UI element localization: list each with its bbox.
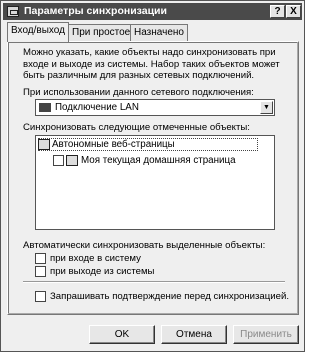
connection-label: При использовании данного сетевого подкл…: [23, 87, 254, 98]
confirm-checkbox[interactable]: [35, 291, 46, 302]
connection-value: Подключение LAN: [55, 102, 139, 113]
logon-checkbox[interactable]: [35, 253, 46, 264]
tab-logon-logoff[interactable]: Вход/выход: [7, 22, 69, 42]
close-button[interactable]: X: [286, 5, 301, 18]
logoff-label[interactable]: при выходе из системы: [50, 266, 154, 277]
help-button[interactable]: ?: [270, 5, 285, 18]
sync-settings-dialog: Параметры синхронизации ? X Вход/выход П…: [0, 0, 305, 352]
connection-select[interactable]: Подключение LAN ▼: [35, 99, 275, 116]
title-bar: Параметры синхронизации ? X: [3, 3, 302, 20]
tab-scheduled[interactable]: Назначено: [130, 24, 188, 42]
intro-text: Можно указать, какие объекты надо синхро…: [23, 47, 280, 81]
ok-button[interactable]: OK: [89, 325, 155, 344]
tab-on-idle[interactable]: При простое: [68, 24, 135, 42]
chevron-down-icon[interactable]: ▼: [260, 101, 273, 114]
sync-items-list[interactable]: Автономные веб-страницы Моя текущая дома…: [35, 135, 275, 230]
network-icon: [39, 103, 51, 112]
sync-app-icon: [7, 6, 19, 17]
auto-sync-label: Автоматически синхронизовать выделенные …: [23, 240, 266, 251]
cancel-button[interactable]: Отмена: [161, 325, 227, 344]
apply-button[interactable]: Применить: [233, 325, 299, 344]
confirm-label[interactable]: Запрашивать подтверждение перед синхрони…: [50, 291, 289, 302]
divider: [23, 281, 285, 283]
offline-pages-icon: [38, 139, 50, 150]
window-title: Параметры синхронизации: [24, 5, 167, 17]
logon-label[interactable]: при входе в систему: [50, 253, 141, 264]
item-checkbox[interactable]: [53, 155, 64, 166]
logoff-checkbox[interactable]: [35, 266, 46, 277]
web-page-icon: [66, 155, 78, 166]
list-item-label: Автономные веб-страницы: [52, 139, 175, 150]
sync-items-label: Синхронизовать следующие отмеченные объе…: [23, 122, 250, 133]
list-item-label: Моя текущая домашняя страница: [81, 155, 236, 166]
